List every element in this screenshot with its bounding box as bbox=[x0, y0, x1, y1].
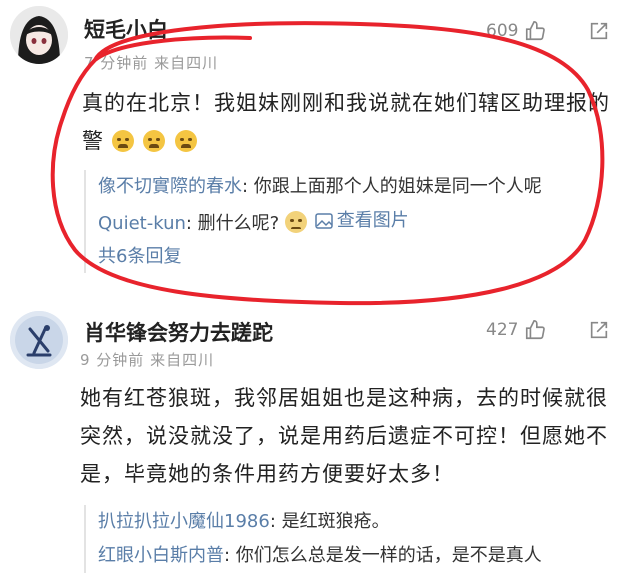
comment-line: 她有红苍狼斑，我邻居姐姐也是这种病，去的时候就很 bbox=[80, 386, 608, 410]
avatar[interactable] bbox=[10, 6, 68, 64]
username[interactable]: 肖华锋会努力去蹉跎 bbox=[84, 317, 273, 347]
reply-item[interactable]: 扒拉扒拉小魔仙1986: 是红斑狼疮。 bbox=[98, 505, 628, 539]
comment-1: 短毛小白 7 分钟前 来自四川 609 真的在北京！我姐妹刚刚和我说就在她们辖区… bbox=[0, 0, 640, 300]
share-icon[interactable] bbox=[588, 319, 610, 341]
comment-line: 警 bbox=[82, 122, 622, 160]
reply-item[interactable]: Quiet-kun: 删什么呢? 查看图片 bbox=[98, 204, 618, 241]
reply-username[interactable]: 扒拉扒拉小魔仙1986 bbox=[98, 511, 270, 532]
image-icon bbox=[314, 213, 333, 229]
reply-username[interactable]: 红眼小白斯内普 bbox=[98, 545, 224, 566]
like-button[interactable]: 427 bbox=[486, 319, 546, 341]
comment-body: 真的在北京！我姐妹刚刚和我说就在她们辖区助理报的 警 bbox=[82, 84, 622, 160]
comment-line: 是，毕竟她的条件用药方便要好太多！ bbox=[80, 462, 454, 486]
reply-text: : 你们怎么总是发一样的话，是不是真人 bbox=[224, 545, 542, 566]
reply-item[interactable]: 红眼小白斯内普: 你们怎么总是发一样的话，是不是真人 bbox=[98, 539, 628, 573]
comment-2: 肖华锋会努力去蹉跎 9 分钟前 来自四川 427 她有红苍狼斑，我邻居姐姐也是这… bbox=[0, 305, 640, 585]
reply-text: : 是红斑狼疮。 bbox=[269, 511, 390, 532]
view-image-link[interactable]: 查看图片 bbox=[314, 204, 409, 238]
comment-body: 她有红苍狼斑，我邻居姐姐也是这种病，去的时候就很 突然，说没就没了，说是用药后遗… bbox=[80, 379, 620, 493]
reply-username[interactable]: 像不切實際的春水 bbox=[98, 176, 242, 197]
reply-username[interactable]: Quiet-kun bbox=[98, 213, 186, 234]
comment-line: 突然，说没就没了，说是用药后遗症不可控！但愿她不 bbox=[80, 424, 608, 448]
reply-item[interactable]: 像不切實際的春水: 你跟上面那个人的姐妹是同一个人呢 bbox=[98, 170, 618, 204]
crying-emoji-icon bbox=[175, 130, 198, 152]
crying-emoji-icon bbox=[143, 130, 166, 152]
avatar[interactable] bbox=[10, 311, 68, 369]
comment-meta: 9 分钟前 来自四川 bbox=[80, 351, 215, 369]
crying-emoji-icon bbox=[111, 130, 134, 152]
more-replies-link[interactable]: 共6条回复 bbox=[98, 241, 618, 273]
like-count: 609 bbox=[486, 21, 519, 41]
share-icon[interactable] bbox=[588, 20, 610, 42]
comment-meta: 7 分钟前 来自四川 bbox=[84, 54, 219, 72]
reply-text: : 删什么呢? bbox=[185, 213, 280, 234]
like-count: 427 bbox=[486, 320, 519, 340]
thumbs-up-icon bbox=[526, 21, 546, 41]
reply-text: : 你跟上面那个人的姐妹是同一个人呢 bbox=[242, 176, 542, 197]
reply-thread: 扒拉扒拉小魔仙1986: 是红斑狼疮。 红眼小白斯内普: 你们怎么总是发一样的话… bbox=[84, 505, 628, 573]
comment-line: 真的在北京！我姐妹刚刚和我说就在她们辖区助理报的 bbox=[82, 91, 610, 115]
comment-line-text: 警 bbox=[82, 129, 104, 153]
reply-thread: 像不切實際的春水: 你跟上面那个人的姐妹是同一个人呢 Quiet-kun: 删什… bbox=[84, 170, 618, 273]
username[interactable]: 短毛小白 bbox=[84, 14, 168, 44]
view-image-label: 查看图片 bbox=[336, 210, 409, 231]
like-button[interactable]: 609 bbox=[486, 20, 546, 42]
smirk-emoji-icon bbox=[284, 211, 307, 233]
thumbs-up-icon bbox=[526, 320, 546, 340]
